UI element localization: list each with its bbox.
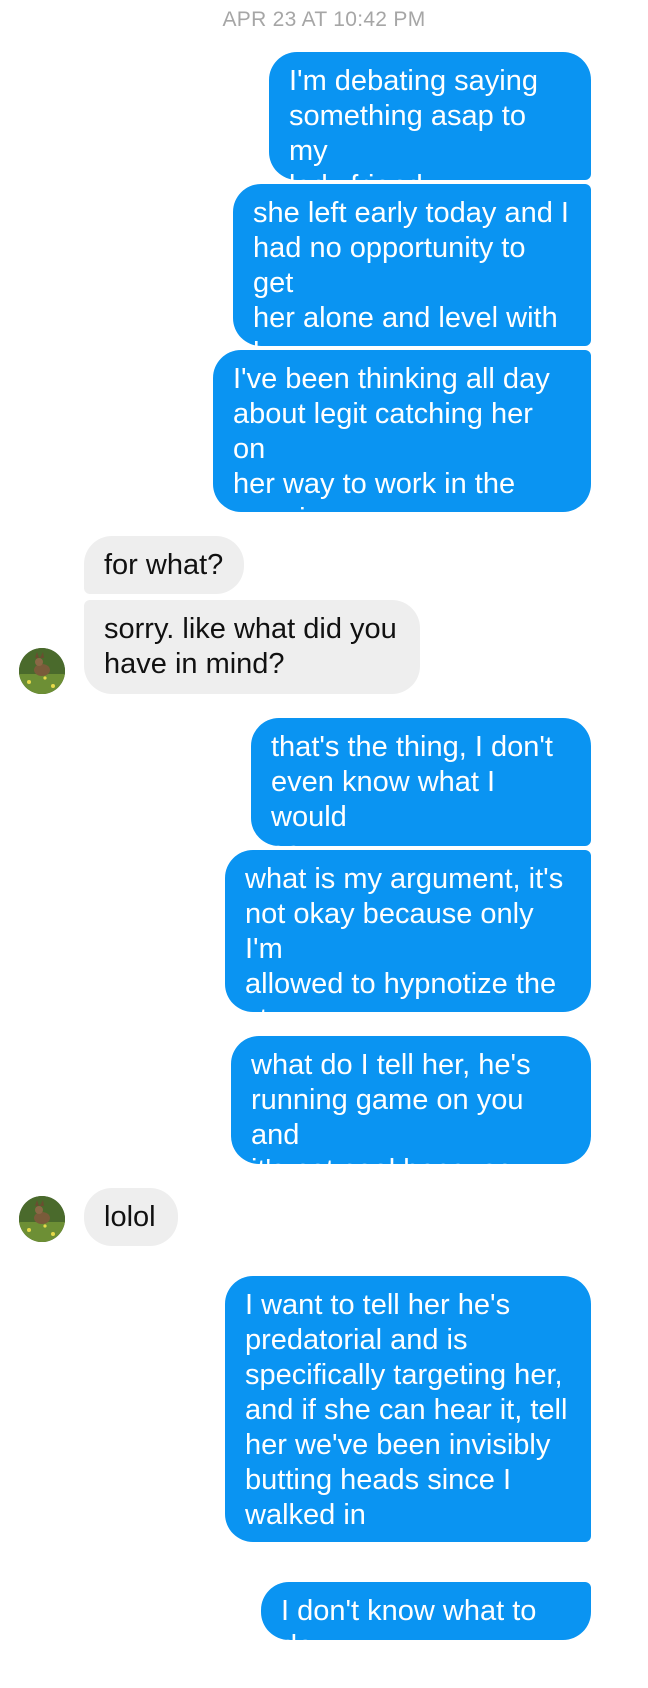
message-bubble-outgoing[interactable]: I'm debating saying something asap to my… bbox=[269, 52, 591, 202]
message-bubble-outgoing[interactable]: I want to tell her he's predatorial and … bbox=[225, 1276, 591, 1542]
message-bubble-incoming[interactable]: sorry. like what did you have in mind? bbox=[84, 600, 420, 694]
message-bubble-outgoing[interactable]: I don't know what to do bbox=[261, 1582, 591, 1662]
contact-avatar[interactable] bbox=[19, 648, 65, 694]
message-bubble-outgoing[interactable]: I've been thinking all day about legit c… bbox=[213, 350, 591, 535]
deer-photo-icon bbox=[19, 648, 65, 694]
message-bubble-outgoing[interactable]: what is my argument, it's not okay becau… bbox=[225, 850, 591, 1035]
deer-photo-icon bbox=[19, 1196, 65, 1242]
message-bubble-outgoing[interactable]: that's the thing, I don't even know what… bbox=[251, 718, 591, 868]
message-bubble-incoming[interactable]: lolol bbox=[84, 1188, 178, 1246]
message-bubble-incoming[interactable]: for what? bbox=[84, 536, 244, 594]
contact-avatar[interactable] bbox=[19, 1196, 65, 1242]
message-bubble-outgoing[interactable]: she left early today and I had no opport… bbox=[233, 184, 591, 369]
thread-timestamp: APR 23 AT 10:42 PM bbox=[222, 8, 426, 31]
message-bubble-outgoing[interactable]: what do I tell her, he's running game on… bbox=[231, 1036, 591, 1186]
